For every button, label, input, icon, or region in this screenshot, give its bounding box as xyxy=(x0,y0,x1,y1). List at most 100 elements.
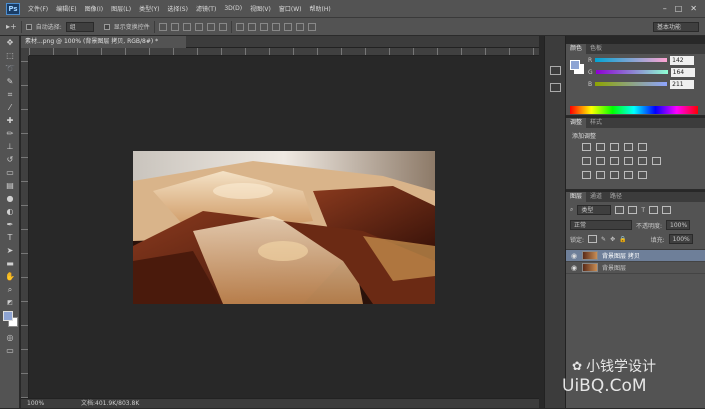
align-bottom-icon[interactable] xyxy=(182,22,191,31)
selective-color-icon[interactable] xyxy=(638,171,647,179)
move-tool-icon[interactable]: ✥ xyxy=(0,36,20,49)
pen-tool-icon[interactable]: ✒ xyxy=(0,218,20,231)
clone-stamp-tool-icon[interactable]: ⊥ xyxy=(0,140,20,153)
document-tab[interactable]: 素材...png @ 100% (背景图层 拷贝, RGB/8#) * xyxy=(21,36,186,48)
red-slider[interactable] xyxy=(595,58,668,62)
close-button[interactable]: ✕ xyxy=(690,4,697,13)
shape-tool-icon[interactable]: ▬ xyxy=(0,257,20,270)
black-white-icon[interactable] xyxy=(610,157,619,165)
distribute-right-icon[interactable] xyxy=(295,22,304,31)
channel-mixer-icon[interactable] xyxy=(638,157,647,165)
auto-align-icon[interactable] xyxy=(307,22,316,31)
distribute-vcenter-icon[interactable] xyxy=(247,22,256,31)
kind-filter-dropdown[interactable]: 类型 xyxy=(577,205,612,215)
blue-value-input[interactable]: 211 xyxy=(670,79,695,89)
layer-row-background-copy[interactable]: ◉ 背景图层 拷贝 xyxy=(566,250,705,262)
restore-button[interactable]: □ xyxy=(675,4,683,13)
filter-pixel-icon[interactable] xyxy=(615,206,625,214)
tab-adjustments[interactable]: 调整 xyxy=(566,118,587,128)
minimize-button[interactable]: – xyxy=(663,4,667,13)
screen-mode-icon[interactable]: ▭ xyxy=(0,344,20,357)
lock-image-icon[interactable]: ✎ xyxy=(601,236,606,243)
layer-row-background[interactable]: ◉ 背景图层 xyxy=(566,262,705,274)
tab-swatches[interactable]: 色板 xyxy=(586,44,606,54)
auto-select-dropdown[interactable]: 组 xyxy=(65,21,94,32)
workspace-switcher[interactable]: 基本功能 xyxy=(653,22,699,32)
menu-edit[interactable]: 编辑(E) xyxy=(52,4,80,13)
auto-select-checkbox[interactable] xyxy=(25,23,32,30)
levels-icon[interactable] xyxy=(596,143,605,151)
green-value-input[interactable]: 164 xyxy=(670,67,695,77)
gradient-tool-icon[interactable]: ▤ xyxy=(0,179,20,192)
menu-layer[interactable]: 图层(L) xyxy=(107,4,135,13)
hue-saturation-icon[interactable] xyxy=(582,157,591,165)
menu-filter[interactable]: 滤镜(T) xyxy=(192,4,220,13)
gradient-map-icon[interactable] xyxy=(624,171,633,179)
filter-adjustment-icon[interactable] xyxy=(628,206,638,214)
layer-name[interactable]: 背景图层 xyxy=(602,263,626,272)
menu-image[interactable]: 图像(I) xyxy=(81,4,107,13)
menu-window[interactable]: 窗口(W) xyxy=(275,4,306,13)
fill-input[interactable]: 100% xyxy=(668,234,693,244)
distribute-hcenter-icon[interactable] xyxy=(283,22,292,31)
show-transform-checkbox[interactable] xyxy=(103,23,110,30)
menu-help[interactable]: 帮助(H) xyxy=(306,4,335,13)
type-tool-icon[interactable]: T xyxy=(0,231,20,244)
color-swatches[interactable] xyxy=(0,309,19,331)
filter-shape-icon[interactable] xyxy=(649,206,659,214)
menu-select[interactable]: 选择(S) xyxy=(163,4,192,13)
menu-file[interactable]: 文件(F) xyxy=(24,4,52,13)
color-panel-foreground[interactable] xyxy=(570,60,580,70)
hand-tool-icon[interactable]: ✋ xyxy=(0,270,20,283)
posterize-icon[interactable] xyxy=(596,171,605,179)
document-image[interactable] xyxy=(133,151,435,304)
invert-icon[interactable] xyxy=(582,171,591,179)
eyedropper-tool-icon[interactable]: ⁄ xyxy=(0,101,20,114)
lock-position-icon[interactable]: ✥ xyxy=(610,236,615,243)
marquee-tool-icon[interactable]: ⬚ xyxy=(0,49,20,62)
tab-paths[interactable]: 路径 xyxy=(606,192,626,202)
green-slider[interactable] xyxy=(595,70,668,74)
quick-mask-icon[interactable]: ◎ xyxy=(0,331,20,344)
brightness-icon[interactable] xyxy=(582,143,591,151)
align-right-icon[interactable] xyxy=(218,22,227,31)
filter-type-icon[interactable]: T xyxy=(641,207,645,214)
menu-view[interactable]: 视图(V) xyxy=(246,4,275,13)
lock-transparent-icon[interactable] xyxy=(588,235,598,243)
align-hcenter-icon[interactable] xyxy=(206,22,215,31)
blue-slider[interactable] xyxy=(595,82,668,86)
tab-color[interactable]: 颜色 xyxy=(566,44,587,54)
opacity-input[interactable]: 100% xyxy=(666,220,691,230)
blur-tool-icon[interactable]: ● xyxy=(0,192,20,205)
eraser-tool-icon[interactable]: ▭ xyxy=(0,166,20,179)
curves-icon[interactable] xyxy=(610,143,619,151)
path-select-tool-icon[interactable]: ➤ xyxy=(0,244,20,257)
lock-all-icon[interactable]: 🔒 xyxy=(619,236,626,243)
properties-panel-icon[interactable] xyxy=(550,83,561,92)
zoom-tool-icon[interactable]: ⌕ xyxy=(0,283,20,296)
menu-type[interactable]: 类型(Y) xyxy=(135,4,163,13)
distribute-left-icon[interactable] xyxy=(271,22,280,31)
threshold-icon[interactable] xyxy=(610,171,619,179)
visibility-eye-icon[interactable]: ◉ xyxy=(570,252,578,260)
move-tool-preset-icon[interactable]: ▸+ xyxy=(6,22,17,31)
align-vcenter-icon[interactable] xyxy=(170,22,179,31)
distribute-bottom-icon[interactable] xyxy=(259,22,268,31)
align-top-icon[interactable] xyxy=(158,22,167,31)
history-panel-icon[interactable] xyxy=(550,66,561,75)
distribute-top-icon[interactable] xyxy=(235,22,244,31)
crop-tool-icon[interactable]: ⌗ xyxy=(0,88,20,101)
vibrance-icon[interactable] xyxy=(638,143,647,151)
photo-filter-icon[interactable] xyxy=(624,157,633,165)
color-balance-icon[interactable] xyxy=(596,157,605,165)
exposure-icon[interactable] xyxy=(624,143,633,151)
menu-3d[interactable]: 3D(D) xyxy=(220,5,246,12)
healing-brush-tool-icon[interactable]: ✚ xyxy=(0,114,20,127)
history-brush-tool-icon[interactable]: ↺ xyxy=(0,153,20,166)
tab-channels[interactable]: 通道 xyxy=(586,192,606,202)
default-colors-icon[interactable]: ◩ xyxy=(0,296,20,309)
color-spectrum-ramp[interactable] xyxy=(570,106,698,114)
quick-select-tool-icon[interactable]: ✎ xyxy=(0,75,20,88)
fg-bg-swatch[interactable] xyxy=(570,60,584,74)
tab-styles[interactable]: 样式 xyxy=(586,118,606,128)
